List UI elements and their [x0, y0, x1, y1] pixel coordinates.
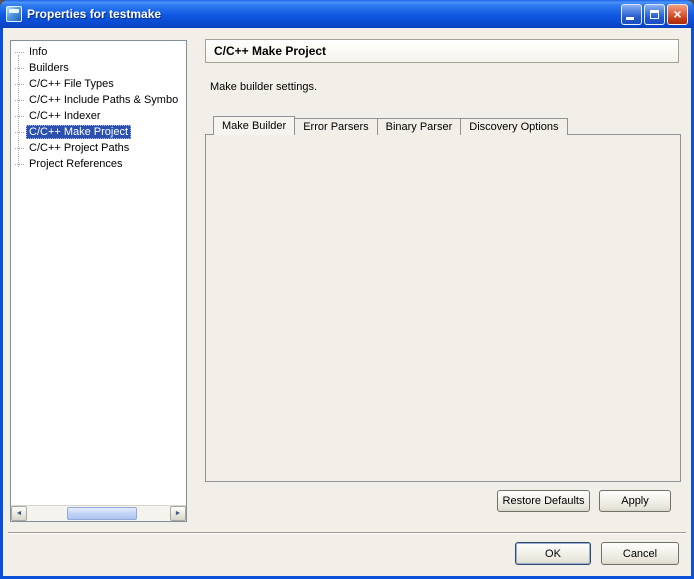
tab-error-parsers[interactable]: Error Parsers: [294, 118, 377, 135]
tree-item-project-references[interactable]: Project References: [11, 156, 186, 172]
cancel-button[interactable]: Cancel: [601, 542, 679, 565]
restore-defaults-button[interactable]: Restore Defaults: [497, 490, 590, 512]
tree-item-project-paths[interactable]: C/C++ Project Paths: [11, 140, 186, 156]
window-title: Properties for testmake: [27, 7, 616, 21]
dialog-body: Info Builders C/C++ File Types C/C++ Inc…: [3, 28, 691, 576]
tab-make-builder[interactable]: Make Builder: [213, 116, 295, 135]
apply-button[interactable]: Apply: [599, 490, 671, 512]
minimize-button[interactable]: [621, 4, 642, 25]
tree-horizontal-scrollbar[interactable]: ◄ ►: [11, 505, 186, 521]
tab-discovery-options[interactable]: Discovery Options: [460, 118, 567, 135]
maximize-button[interactable]: [644, 4, 665, 25]
tree-item-make-project[interactable]: C/C++ Make Project: [11, 124, 186, 140]
tab-binary-parser[interactable]: Binary Parser: [377, 118, 462, 135]
tab-bar: Make Builder Error Parsers Binary Parser…: [213, 116, 567, 135]
scrollbar-track[interactable]: [27, 506, 170, 521]
tree-item-info[interactable]: Info: [11, 44, 186, 60]
tree-item-indexer[interactable]: C/C++ Indexer: [11, 108, 186, 124]
tree-item-builders[interactable]: Builders: [11, 60, 186, 76]
properties-dialog: Properties for testmake × Info Builders …: [0, 0, 694, 579]
maximize-icon: [650, 10, 659, 19]
scrollbar-thumb[interactable]: [67, 507, 137, 520]
ok-button[interactable]: OK: [515, 542, 591, 565]
window-controls: ×: [621, 4, 688, 25]
title-bar[interactable]: Properties for testmake ×: [0, 0, 694, 28]
page-subtitle: Make builder settings.: [210, 81, 317, 93]
window-icon: [6, 6, 22, 22]
bottom-separator: [8, 532, 686, 534]
scroll-left-icon[interactable]: ◄: [11, 506, 27, 521]
tree-list: Info Builders C/C++ File Types C/C++ Inc…: [11, 44, 186, 505]
tab-content-pane: [205, 134, 681, 482]
page-title: C/C++ Make Project: [205, 39, 679, 63]
scroll-right-icon[interactable]: ►: [170, 506, 186, 521]
tree-item-file-types[interactable]: C/C++ File Types: [11, 76, 186, 92]
close-button[interactable]: ×: [667, 4, 688, 25]
tree-item-include-paths[interactable]: C/C++ Include Paths & Symbo: [11, 92, 186, 108]
minimize-icon: [626, 17, 634, 20]
properties-tree: Info Builders C/C++ File Types C/C++ Inc…: [10, 40, 187, 522]
